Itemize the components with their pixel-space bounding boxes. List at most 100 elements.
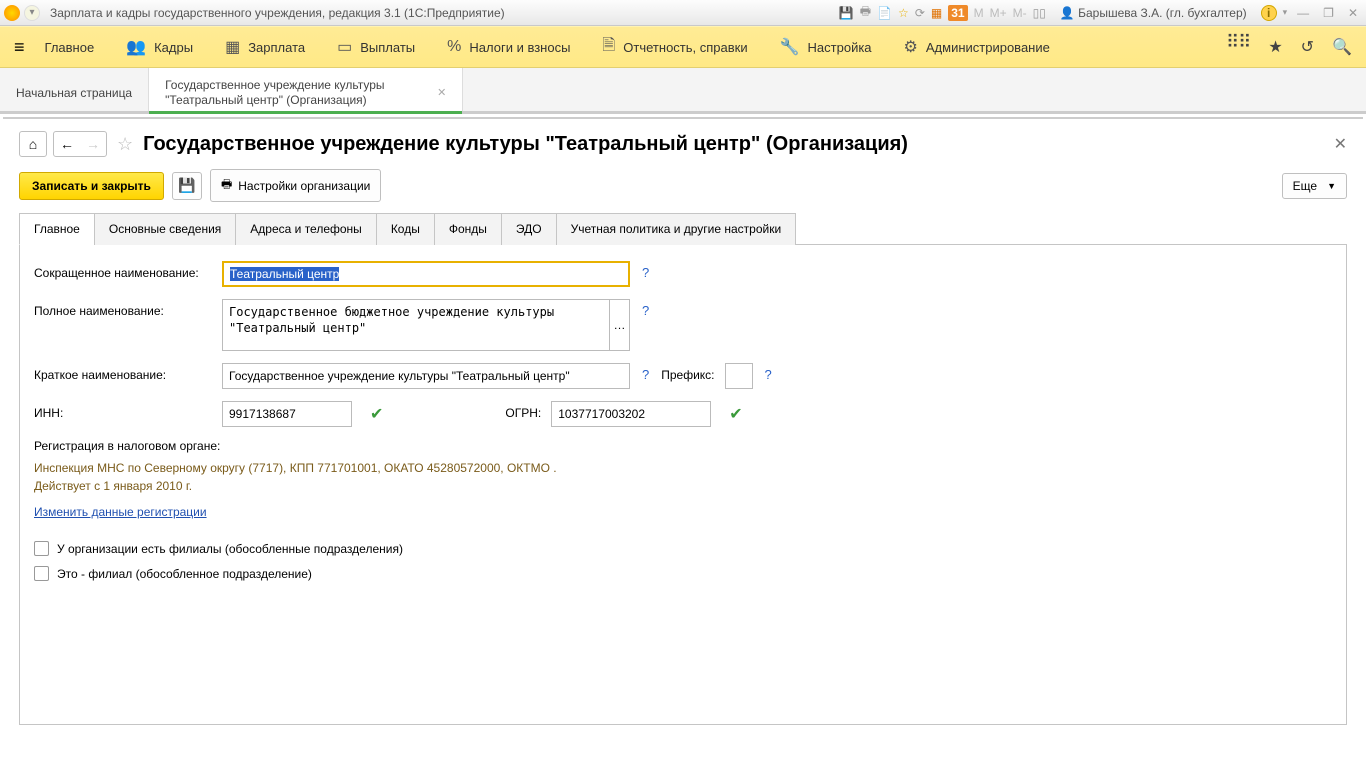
short-name-value: Театральный центр [230,267,339,281]
window-title: Зарплата и кадры государственного учрежд… [50,6,505,20]
toolbar: Записать и закрыть 💾 🖶 Настройки организ… [19,169,1347,202]
print-icon: 🖶 [221,175,232,196]
tab-codes[interactable]: Коды [376,213,435,245]
doc-icon[interactable]: 📄 [877,6,892,20]
full-name-picker-button[interactable]: … [610,299,630,351]
menu-settings[interactable]: 🔧Настройка [764,27,888,67]
nav-forward-button[interactable]: → [86,136,100,152]
save-button[interactable]: 💾 [172,172,202,200]
memory-m[interactable]: М [974,6,984,20]
tab-main[interactable]: Главное [19,213,95,245]
tab-start-page[interactable]: Начальная страница [0,68,149,111]
memory-mplus[interactable]: M+ [990,6,1007,20]
tab-addresses[interactable]: Адреса и телефоны [235,213,377,245]
has-branches-checkbox[interactable] [34,541,49,556]
info-dropdown-icon[interactable]: ▾ [1283,7,1288,18]
short-name-label: Сокращенное наименование: [34,261,212,280]
tab-label: Начальная страница [16,86,132,100]
title-bar: ▾ Зарплата и кадры государственного учре… [0,0,1366,26]
titlebar-toolbar: 💾 🖶 📄 ☆ ⟳ ▦ 31 М M+ M- ▯▯ 👤 Барышева З.А… [839,2,1362,23]
ogrn-input[interactable] [551,401,711,427]
current-user[interactable]: 👤 Барышева З.А. (гл. бухгалтер) [1060,6,1247,20]
tax-registration-info: Инспекция МНС по Северному округу (7717)… [34,459,1332,495]
prefix-label: Префикс: [661,363,714,382]
inn-valid-icon: ✔ [362,401,391,427]
table-icon: ▦ [225,37,240,57]
menu-payments[interactable]: ▭Выплаты [321,27,431,67]
page-title: Государственное учреждение культуры "Теа… [143,133,908,156]
tab-edo[interactable]: ЭДО [501,213,557,245]
nav-back-forward: ← → [53,131,107,157]
page-body: ⌂ ← → ☆ Государственное учреждение культ… [3,117,1363,766]
info-icon[interactable]: i [1261,5,1277,21]
wallet-icon: ▭ [337,37,352,57]
search-icon[interactable]: 🔍 [1332,37,1352,57]
org-settings-label: Настройки организации [238,179,370,193]
history-clock-icon[interactable]: ↺ [1301,37,1314,57]
menu-reports[interactable]: 🗎Отчетность, справки [586,27,763,67]
brief-name-label: Краткое наименование: [34,363,212,382]
refresh-icon[interactable]: ⟳ [915,6,925,20]
calendar-icon[interactable]: 31 [948,5,967,21]
panels-icon[interactable]: ▯▯ [1033,6,1046,20]
home-button[interactable]: ⌂ [19,131,47,157]
memory-mminus[interactable]: M- [1013,6,1027,20]
full-name-input[interactable] [222,299,610,351]
full-name-label: Полное наименование: [34,299,212,318]
org-settings-button[interactable]: 🖶 Настройки организации [210,169,381,202]
tab-funds[interactable]: Фонды [434,213,502,245]
percent-icon: % [447,38,461,56]
help-full-name[interactable]: ? [640,299,651,322]
save-and-close-button[interactable]: Записать и закрыть [19,172,164,200]
tab-close-icon[interactable]: ✕ [437,86,446,99]
burger-menu-icon[interactable]: ≡ [14,37,25,58]
tax-registration-section: Регистрация в налоговом органе: [34,439,1332,453]
inn-label: ИНН: [34,401,212,420]
tab-organization[interactable]: Государственное учреждение культуры "Теа… [149,68,463,111]
page-close-button[interactable]: ✕ [1334,134,1347,154]
tab-accounting-policy[interactable]: Учетная политика и другие настройки [556,213,797,245]
more-label: Еще [1293,179,1317,193]
more-button[interactable]: Еще ▼ [1282,173,1347,199]
help-prefix[interactable]: ? [763,363,774,386]
save-disk-icon[interactable]: 💾 [839,6,854,20]
inner-tabs: Главное Основные сведения Адреса и телеф… [19,212,1347,245]
prefix-input[interactable] [725,363,753,389]
ogrn-valid-icon: ✔ [721,401,750,427]
maximize-button[interactable]: ❐ [1319,6,1338,20]
inn-input[interactable] [222,401,352,427]
chevron-down-icon: ▼ [1327,181,1336,191]
star-favorite-icon[interactable]: ☆ [898,6,909,20]
menu-personnel[interactable]: 👥Кадры [110,27,209,67]
short-name-input[interactable]: Театральный центр [222,261,630,287]
nav-back-button[interactable]: ← [60,136,74,152]
favorite-star-icon[interactable]: ☆ [117,134,133,155]
is-branch-checkbox[interactable] [34,566,49,581]
grid-icon[interactable]: ▦ [931,6,942,20]
tab-basic-info[interactable]: Основные сведения [94,213,236,245]
tab-label: Государственное учреждение культуры "Теа… [165,78,425,108]
menu-main[interactable]: Главное [29,27,111,67]
is-branch-label: Это - филиал (обособленное подразделение… [57,567,312,581]
apps-grid-icon[interactable]: ⠿⠿ [1226,37,1250,57]
favorites-star-icon[interactable]: ★ [1268,37,1282,57]
people-icon: 👥 [126,37,146,57]
form-main: Сокращенное наименование: Театральный це… [19,245,1347,725]
report-icon: 🗎 [602,34,615,61]
menu-admin[interactable]: ⚙Администрирование [888,27,1066,67]
titlebar-menu-dropdown[interactable]: ▾ [24,5,40,21]
close-window-button[interactable]: ✕ [1344,6,1362,20]
has-branches-label: У организации есть филиалы (обособленные… [57,542,403,556]
brief-name-input[interactable] [222,363,630,389]
print-icon[interactable]: 🖶 [860,2,871,23]
minimize-button[interactable]: — [1293,6,1313,20]
app-icon [4,5,20,21]
document-tabs: Начальная страница Государственное учреж… [0,68,1366,114]
help-short-name[interactable]: ? [640,261,651,284]
change-registration-link[interactable]: Изменить данные регистрации [34,505,207,519]
menu-taxes[interactable]: %Налоги и взносы [431,27,586,67]
menu-salary[interactable]: ▦Зарплата [209,27,321,67]
main-menu-ribbon: ≡ Главное 👥Кадры ▦Зарплата ▭Выплаты %Нал… [0,26,1366,68]
help-brief-name[interactable]: ? [640,363,651,386]
ogrn-label: ОГРН: [505,401,541,420]
